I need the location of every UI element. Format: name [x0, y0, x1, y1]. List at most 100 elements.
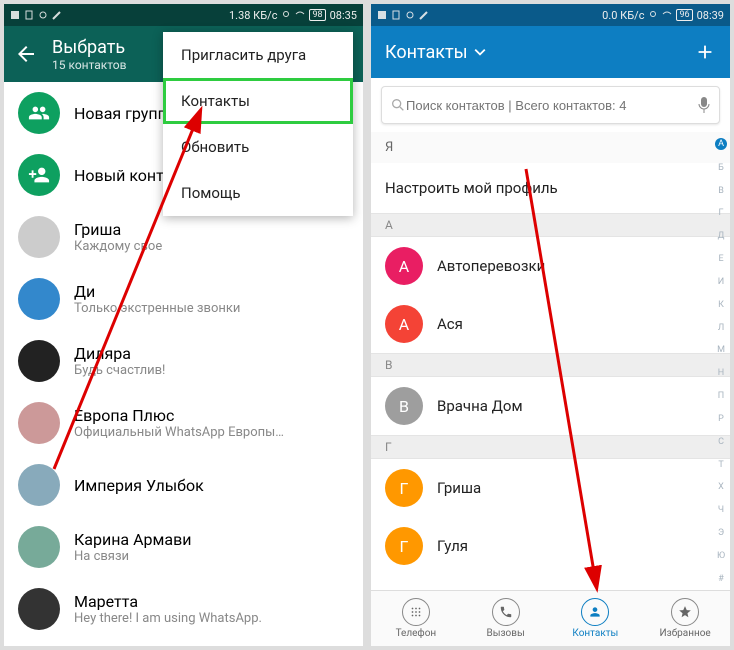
add-contact-icon[interactable] [694, 41, 716, 63]
contact-row[interactable]: Г Гуля [371, 517, 730, 575]
status-bar: 1.38 КБ/с 98 08:35 [4, 4, 363, 26]
avatar: А [385, 305, 423, 343]
section-letter: Г [371, 435, 730, 459]
contact-row[interactable]: ААся [371, 295, 730, 353]
header-subtitle: 15 контактов [52, 58, 127, 72]
icon-status [10, 10, 20, 20]
nav-label: Телефон [396, 628, 437, 639]
avatar [18, 216, 60, 258]
contact-row[interactable]: А Автоперевозки [371, 237, 730, 295]
contact-status: На связи [74, 549, 191, 564]
index-letter[interactable]: П [714, 391, 728, 401]
index-letter[interactable]: Б [714, 163, 728, 173]
index-letter[interactable]: М [714, 345, 728, 355]
setup-profile[interactable]: Настроить мой профиль [371, 163, 730, 213]
contact-row[interactable]: ДиляраБудь счастлив! [4, 330, 363, 392]
whatsapp-screen: 1.38 КБ/с 98 08:35 Выбрать 15 контактов … [4, 4, 363, 646]
search-bar[interactable] [381, 86, 720, 124]
net-speed: 0.0 КБ/с [602, 9, 644, 22]
section-self: Я [371, 132, 730, 163]
index-letter[interactable]: # [714, 574, 728, 584]
contact-name: Гриша [74, 220, 162, 239]
index-letter[interactable]: Ю [714, 551, 728, 561]
index-letter[interactable]: Р [714, 414, 728, 424]
menu-item[interactable]: Пригласить друга [163, 32, 353, 78]
index-letter[interactable]: К [714, 300, 728, 310]
contact-name: Европа Плюс [74, 406, 284, 425]
index-letter[interactable]: Г [714, 208, 728, 218]
nav-dial[interactable]: Телефон [371, 591, 461, 646]
index-letter[interactable]: С [714, 437, 728, 447]
header-title: Выбрать [52, 37, 127, 58]
contact-row[interactable]: Г Гриша [371, 459, 730, 517]
menu-item[interactable]: Помощь [163, 170, 353, 216]
avatar: В [385, 387, 423, 425]
avatar: Г [385, 527, 423, 565]
add-person-icon [18, 154, 60, 196]
avatar [18, 588, 60, 630]
contacts-header: Контакты [371, 26, 730, 78]
person-icon [581, 598, 609, 626]
contact-row[interactable]: МареттаHey there! I am using WhatsApp. [4, 578, 363, 640]
contact-name: Гуля [437, 537, 468, 555]
index-letter[interactable]: Э [714, 528, 728, 538]
avatar: А [385, 247, 423, 285]
icon-status [24, 10, 34, 20]
avatar [18, 278, 60, 320]
group-icon [18, 92, 60, 134]
wifi-icon [662, 10, 672, 20]
nav-person[interactable]: Контакты [551, 591, 641, 646]
contact-name: Автоперевозки [437, 257, 545, 275]
nav-label: Вызовы [486, 628, 524, 639]
section-letter: В [371, 353, 730, 377]
mic-icon[interactable] [697, 96, 711, 114]
contact-status: Будь счастлив! [74, 363, 165, 378]
index-letter[interactable]: Ч [714, 505, 728, 515]
contacts-title-dropdown[interactable]: Контакты [385, 42, 486, 63]
nav-star[interactable]: Избранное [640, 591, 730, 646]
net-speed: 1.38 КБ/с [229, 9, 277, 22]
index-letter[interactable]: Н [714, 368, 728, 378]
contact-row[interactable]: В Врачна Дом [371, 377, 730, 435]
index-letter[interactable]: И [714, 277, 728, 287]
contact-row[interactable]: Империя Улыбок [4, 454, 363, 516]
avatar: Г [385, 469, 423, 507]
avatar [18, 340, 60, 382]
search-input[interactable] [406, 98, 697, 113]
index-letter[interactable]: Е [714, 254, 728, 264]
contact-name: Империя Улыбок [74, 476, 204, 495]
avatar [18, 464, 60, 506]
index-letter[interactable]: В [714, 186, 728, 196]
contact-name: Диляра [74, 344, 165, 363]
index-letter[interactable]: А [715, 138, 727, 150]
index-letter[interactable]: Т [714, 460, 728, 470]
contact-status: Только экстренные звонки [74, 301, 240, 316]
brush-icon [419, 10, 429, 20]
contact-row[interactable]: Карина АрмавиНа связи [4, 516, 363, 578]
contact-row[interactable]: Европа ПлюсОфициальный WhatsApp Европы… [4, 392, 363, 454]
contact-name: Врачна Дом [437, 397, 523, 415]
alpha-index[interactable]: А Б В Г Д Е И К Л М Н П Р С Т Х Ч Э Ю # [714, 132, 728, 590]
menu-item[interactable]: Контакты [163, 78, 353, 124]
contact-name: Маретта [74, 592, 262, 611]
contact-name: Ди [74, 282, 240, 301]
index-letter[interactable]: Л [714, 323, 728, 333]
back-icon[interactable] [14, 42, 38, 66]
chevron-down-icon [474, 46, 486, 58]
menu-item[interactable]: Обновить [163, 124, 353, 170]
battery-pct: 98 [309, 9, 325, 21]
call-icon [492, 598, 520, 626]
index-letter[interactable]: Д [714, 231, 728, 241]
avatar [18, 402, 60, 444]
clock: 08:35 [330, 9, 357, 22]
contact-name: Гриша [437, 479, 481, 497]
nav-label: Избранное [659, 628, 710, 639]
star-icon [671, 598, 699, 626]
index-letter[interactable]: Х [714, 482, 728, 492]
icon-status [405, 10, 415, 20]
icon-status [38, 10, 48, 20]
contact-row[interactable]: ДиТолько экстренные звонки [4, 268, 363, 330]
wifi-icon [295, 10, 305, 20]
avatar [18, 526, 60, 568]
nav-call[interactable]: Вызовы [461, 591, 551, 646]
